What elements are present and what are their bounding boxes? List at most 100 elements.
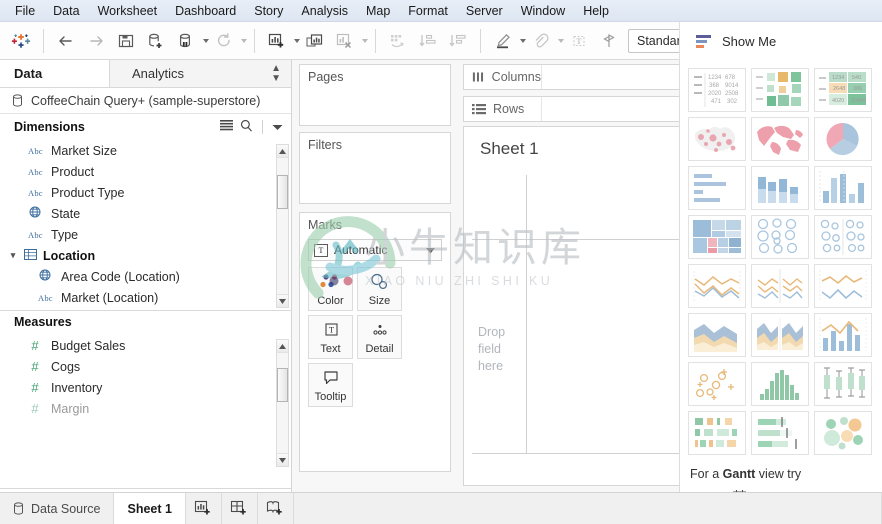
show-me-box-and-whisker[interactable] (814, 362, 872, 406)
highlight-caret-icon[interactable] (520, 38, 526, 43)
marks-text-button[interactable]: T Text (308, 315, 353, 359)
show-me-bullet-graph[interactable] (751, 411, 809, 455)
show-me-filled-map[interactable] (751, 117, 809, 161)
show-me-histogram[interactable] (751, 362, 809, 406)
columns-drop-zone[interactable] (542, 65, 688, 89)
pane-resize-icon[interactable]: ▲ ▼ (271, 63, 281, 84)
new-worksheet-icon[interactable] (264, 28, 290, 54)
scrollbar-thumb[interactable] (277, 175, 288, 209)
menu-item-data[interactable]: Data (44, 1, 88, 21)
filters-card[interactable]: Filters (299, 132, 451, 204)
show-me-lines-continuous[interactable] (688, 264, 746, 308)
pages-card[interactable]: Pages (299, 64, 451, 126)
clear-sheet-caret-icon[interactable] (362, 38, 368, 43)
scrollbar-thumb[interactable] (277, 368, 288, 402)
field-cogs[interactable]: # Cogs (0, 356, 291, 377)
new-worksheet-caret-icon[interactable] (294, 38, 300, 43)
menu-item-map[interactable]: Map (357, 1, 399, 21)
save-icon[interactable] (113, 28, 139, 54)
field-margin[interactable]: # Margin (0, 398, 291, 419)
columns-shelf[interactable]: Columns (463, 64, 689, 90)
field-budget-sales[interactable]: # Budget Sales (0, 335, 291, 356)
search-icon[interactable] (240, 119, 253, 135)
menu-item-format[interactable]: Format (399, 1, 457, 21)
presentation-mode-icon[interactable] (596, 28, 622, 54)
forward-icon[interactable] (83, 28, 109, 54)
show-me-text-table[interactable]: 1234 678 368 9014 2020 2508 471 302 (688, 68, 746, 112)
show-me-dual-lines[interactable] (814, 264, 872, 308)
show-mark-labels-icon[interactable]: T (566, 28, 592, 54)
show-me-scatter-plot[interactable] (688, 362, 746, 406)
marks-type-caret-icon[interactable] (426, 243, 435, 257)
menu-item-dashboard[interactable]: Dashboard (166, 1, 245, 21)
field-market-size[interactable]: Abc Market Size (0, 140, 291, 161)
marks-type-select[interactable]: T Automatic (308, 239, 442, 261)
show-me-lines-discrete[interactable] (751, 264, 809, 308)
show-me-stacked-bars[interactable] (751, 166, 809, 210)
show-me-heat-map[interactable] (751, 68, 809, 112)
sort-ascending-icon[interactable] (415, 28, 441, 54)
sort-descending-icon[interactable] (445, 28, 471, 54)
pause-data-source-icon[interactable] (173, 28, 199, 54)
field-market-location[interactable]: Abc Market (Location) (0, 287, 291, 308)
tab-analytics[interactable]: Analytics ▲ ▼ (110, 60, 291, 87)
show-me-side-by-side-circles[interactable] (814, 215, 872, 259)
clear-sheet-icon[interactable] (332, 28, 358, 54)
scroll-up-arrow-icon[interactable] (277, 340, 288, 353)
duplicate-sheet-icon[interactable] (302, 28, 328, 54)
scroll-up-arrow-icon[interactable] (277, 145, 288, 158)
menu-item-server[interactable]: Server (457, 1, 512, 21)
group-members-icon[interactable] (528, 28, 554, 54)
new-story-icon[interactable] (258, 493, 294, 524)
folder-location[interactable]: ▾ Location (0, 245, 291, 266)
show-me-horizontal-bars[interactable] (688, 166, 746, 210)
show-me-pie-chart[interactable] (814, 117, 872, 161)
scroll-down-arrow-icon[interactable] (277, 453, 288, 466)
field-inventory[interactable]: # Inventory (0, 377, 291, 398)
new-dashboard-icon[interactable] (222, 493, 258, 524)
menu-item-file[interactable]: File (6, 1, 44, 21)
show-me-side-by-side-bars[interactable] (814, 166, 872, 210)
show-me-dual-combination[interactable] (814, 313, 872, 357)
show-me-button[interactable]: Show Me (679, 22, 882, 60)
show-me-area-discrete[interactable] (751, 313, 809, 357)
data-source-row[interactable]: CoffeeChain Query+ (sample-superstore) (0, 88, 291, 114)
show-me-circle-views[interactable] (751, 215, 809, 259)
tableau-logo-icon[interactable] (8, 28, 34, 54)
marks-tooltip-button[interactable]: Tooltip (308, 363, 353, 407)
sheet-tab-sheet1[interactable]: Sheet 1 (114, 493, 186, 524)
new-worksheet-icon[interactable] (186, 493, 222, 524)
field-product-type[interactable]: Abc Product Type (0, 182, 291, 203)
refresh-icon[interactable] (211, 28, 237, 54)
dimensions-menu-caret-icon[interactable] (272, 120, 283, 134)
marks-detail-button[interactable]: Detail (357, 315, 402, 359)
menu-item-story[interactable]: Story (245, 1, 292, 21)
rows-drop-zone[interactable] (542, 97, 688, 121)
menu-item-help[interactable]: Help (574, 1, 618, 21)
show-me-treemap[interactable] (688, 215, 746, 259)
chevron-down-icon[interactable]: ▾ (8, 250, 18, 261)
marks-size-button[interactable]: Size (357, 267, 402, 311)
measures-scrollbar[interactable] (276, 339, 289, 467)
group-by-folder-icon[interactable] (220, 120, 233, 134)
dimensions-scrollbar[interactable] (276, 144, 289, 308)
highlight-icon[interactable] (490, 28, 516, 54)
menu-item-analysis[interactable]: Analysis (292, 1, 357, 21)
data-source-tab[interactable]: Data Source (0, 493, 115, 524)
show-me-packed-bubbles[interactable] (814, 411, 872, 455)
pause-dropdown-caret-icon[interactable] (203, 38, 209, 43)
field-product[interactable]: Abc Product (0, 161, 291, 182)
menu-item-worksheet[interactable]: Worksheet (89, 1, 167, 21)
show-me-symbol-map[interactable] (688, 117, 746, 161)
group-caret-icon[interactable] (558, 38, 564, 43)
marks-color-button[interactable]: Color (308, 267, 353, 311)
show-me-area-continuous[interactable] (688, 313, 746, 357)
swap-icon[interactable] (385, 28, 411, 54)
show-me-highlight-table[interactable]: 1234 540 2648 386 4020 10460 (814, 68, 872, 112)
field-type[interactable]: Abc Type (0, 224, 291, 245)
rows-shelf[interactable]: Rows (463, 96, 689, 122)
field-state[interactable]: State (0, 203, 291, 224)
tab-data[interactable]: Data (0, 60, 110, 87)
scroll-down-arrow-icon[interactable] (277, 294, 288, 307)
back-icon[interactable] (53, 28, 79, 54)
